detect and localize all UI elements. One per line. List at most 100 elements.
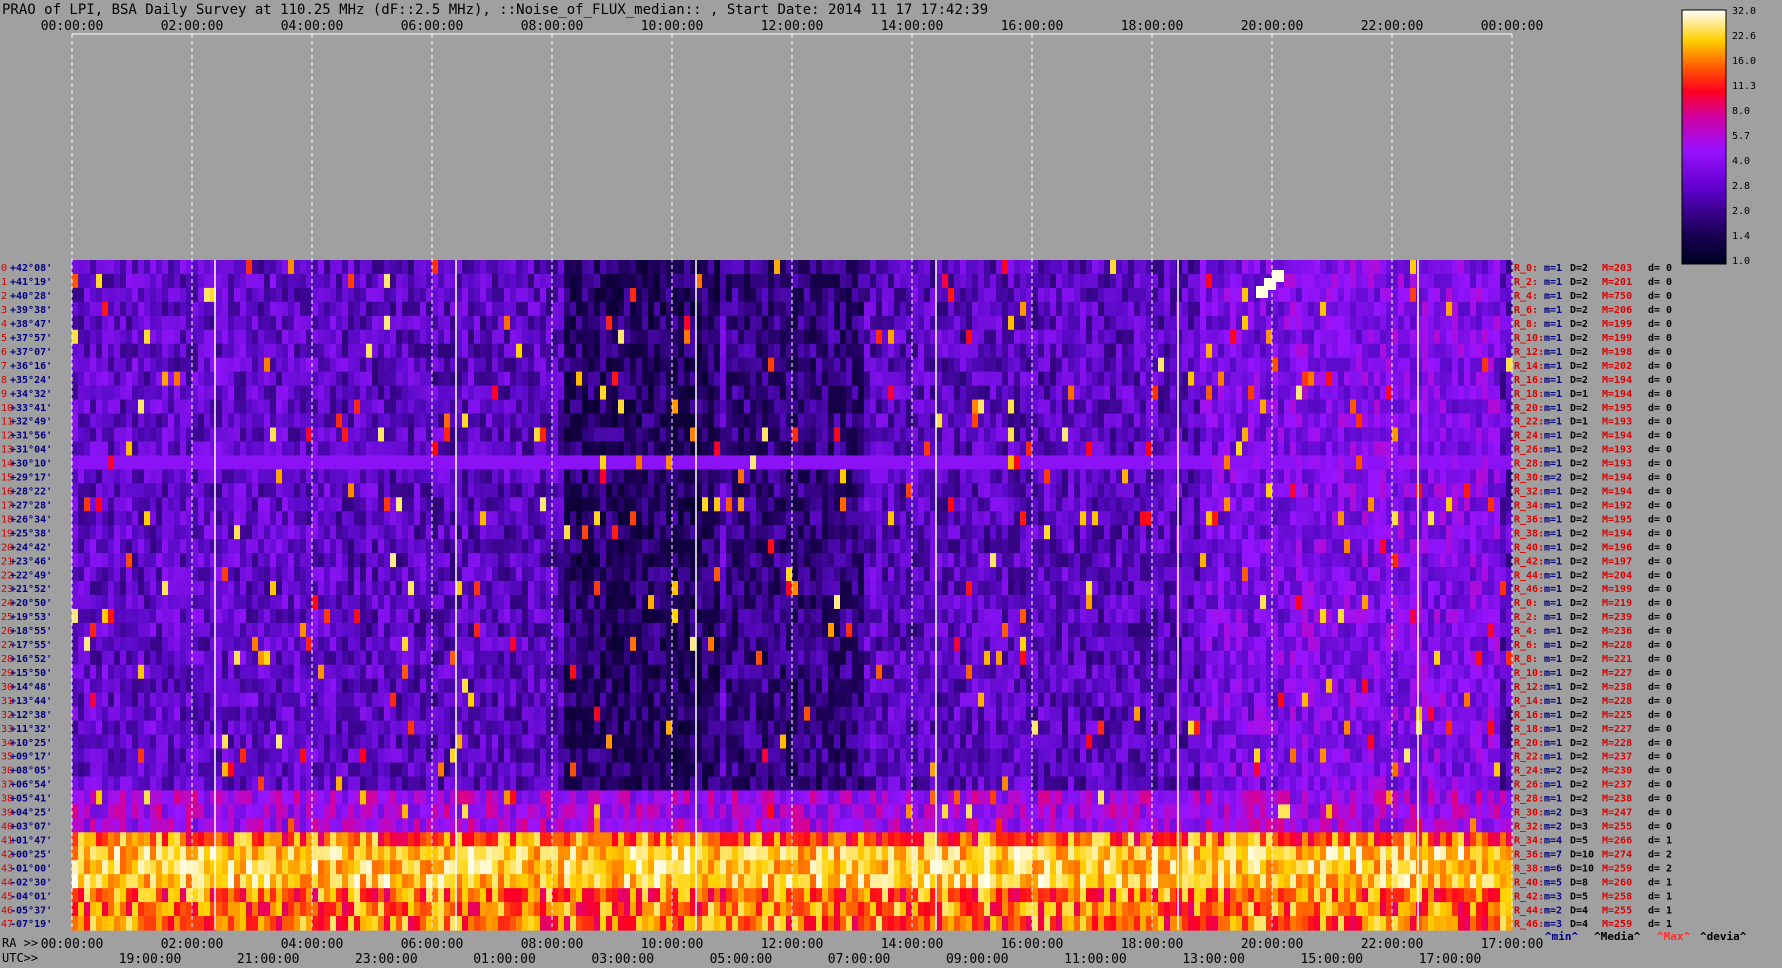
heatmap-cell [978, 399, 985, 415]
heatmap-cell [1074, 483, 1081, 498]
heatmap-cell [792, 260, 799, 275]
heatmap-cell [1482, 427, 1489, 443]
heatmap-cell [1188, 511, 1195, 526]
heatmap-cell [180, 399, 187, 415]
heatmap-cell [1284, 315, 1291, 331]
heatmap-cell [1128, 315, 1135, 331]
heatmap-cell [1152, 385, 1159, 401]
heatmap-cell [1086, 385, 1093, 401]
heatmap-cell [888, 399, 895, 415]
heatmap-cell [1200, 287, 1207, 303]
heatmap-cell [1500, 329, 1507, 345]
heatmap-cell [588, 483, 595, 498]
heatmap-cell [1002, 455, 1009, 470]
heatmap-cell [198, 260, 205, 275]
heatmap-cell [1158, 483, 1165, 498]
heatmap-cell [756, 357, 763, 373]
heatmap-cell [1476, 511, 1483, 526]
heatmap-cell [1380, 287, 1387, 303]
heatmap-cell [108, 329, 115, 345]
heatmap-cell [768, 301, 775, 317]
heatmap-cell [606, 371, 613, 387]
heatmap-cell [744, 455, 751, 470]
heatmap-cell [1242, 273, 1249, 289]
heatmap-cell [942, 399, 949, 415]
heatmap-cell [534, 483, 541, 498]
heatmap-cell [282, 315, 289, 331]
heatmap-cell [1014, 385, 1021, 401]
heatmap-cell [1092, 273, 1099, 289]
heatmap-cell [822, 511, 829, 526]
heatmap-cell [876, 469, 883, 484]
heatmap-cell [774, 525, 781, 540]
heatmap-cell [1290, 287, 1297, 303]
heatmap-cell [894, 525, 901, 540]
heatmap-cell [498, 301, 505, 317]
heatmap-cell [480, 343, 487, 359]
heatmap-cell [1062, 455, 1069, 470]
heatmap-cell [102, 273, 109, 289]
heatmap-cell [870, 511, 877, 526]
heatmap-cell [924, 511, 931, 526]
heatmap-cell [702, 525, 709, 540]
heatmap-cell [942, 357, 949, 373]
heatmap-cell [354, 525, 361, 540]
heatmap-cell [72, 469, 79, 484]
heatmap-cell [540, 343, 547, 359]
heatmap-cell [756, 497, 763, 512]
heatmap-cell [648, 511, 655, 526]
heatmap-cell [942, 315, 949, 331]
heatmap-cell [1356, 483, 1363, 498]
heatmap-cell [438, 483, 445, 498]
heatmap-cell [576, 497, 583, 512]
heatmap-cell [222, 525, 229, 540]
heatmap-cell [1398, 525, 1405, 540]
heatmap-cell [996, 483, 1003, 498]
heatmap-cell [1182, 343, 1189, 359]
heatmap-cell [1338, 329, 1345, 345]
heatmap-cell [228, 315, 235, 331]
heatmap-cell [462, 385, 469, 401]
heatmap-cell [1302, 301, 1309, 317]
heatmap-cell [294, 497, 301, 512]
heatmap-cell [816, 343, 823, 359]
heatmap-cell [1368, 525, 1375, 540]
heatmap-cell [1242, 427, 1249, 443]
heatmap-cell [942, 511, 949, 526]
heatmap-cell [942, 371, 949, 387]
heatmap-cell [72, 385, 79, 401]
heatmap-cell [738, 273, 745, 289]
heatmap-cell [1104, 315, 1111, 331]
heatmap-cell [402, 371, 409, 387]
heatmap-cell [1416, 260, 1423, 275]
heatmap-cell [558, 483, 565, 498]
heatmap-cell [1362, 343, 1369, 359]
heatmap-cell [1320, 385, 1327, 401]
heatmap-cell [342, 441, 349, 457]
heatmap-cell [540, 455, 547, 470]
heatmap-cell [570, 441, 577, 457]
heatmap-cell [504, 385, 511, 401]
heatmap-cell [84, 399, 91, 415]
heatmap-cell [918, 357, 925, 373]
heatmap-cell [498, 399, 505, 415]
heatmap-cell [144, 483, 151, 498]
heatmap-cell [1392, 315, 1399, 331]
heatmap-cell [876, 511, 883, 526]
heatmap-cell [780, 260, 787, 275]
heatmap-cell [1476, 301, 1483, 317]
heatmap-cell [912, 371, 919, 387]
heatmap-cell [1488, 357, 1495, 373]
heatmap-cell [780, 287, 787, 303]
heatmap-cell [870, 413, 877, 429]
heatmap-cell [528, 441, 535, 457]
heatmap-cell [1110, 497, 1117, 512]
heatmap-cell [984, 497, 991, 512]
heatmap-cell [624, 455, 631, 470]
heatmap-cell [876, 539, 883, 554]
heatmap-cell [642, 287, 649, 303]
heatmap-cell [90, 315, 97, 331]
heatmap-cell [888, 287, 895, 303]
heatmap-cell [1008, 455, 1015, 470]
heatmap-cell [924, 399, 931, 415]
